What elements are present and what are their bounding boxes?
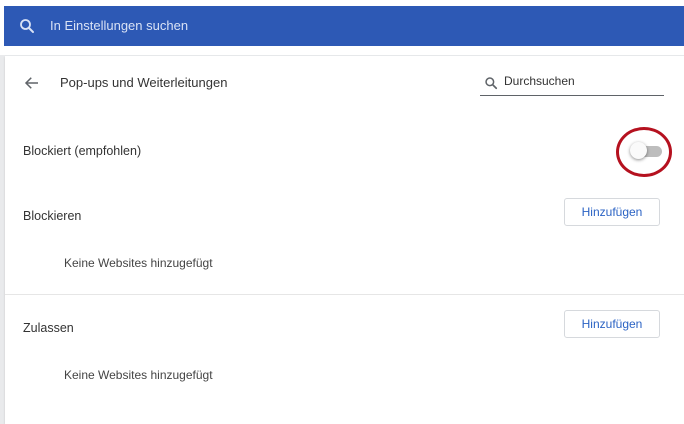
toggle-knob (630, 142, 647, 159)
back-arrow-icon[interactable] (23, 74, 41, 92)
page-title: Pop-ups und Weiterleitungen (60, 75, 228, 90)
block-empty-text: Keine Websites hinzugefügt (64, 256, 213, 270)
site-search-input[interactable] (504, 74, 654, 88)
allow-section-label: Zulassen (23, 321, 74, 335)
search-icon (485, 77, 498, 90)
site-search-field[interactable] (480, 71, 664, 96)
blocked-setting-label: Blockiert (empfohlen) (23, 144, 142, 158)
search-icon (20, 19, 34, 33)
block-section-label: Blockieren (23, 209, 82, 223)
allow-add-button[interactable]: Hinzufügen (564, 310, 660, 338)
settings-card: Pop-ups und Weiterleitungen Blockiert (e… (5, 56, 684, 424)
allow-empty-text: Keine Websites hinzugefügt (64, 368, 213, 382)
section-divider (5, 294, 684, 295)
settings-search-bar[interactable]: In Einstellungen suchen (4, 6, 684, 46)
top-bar: In Einstellungen suchen (0, 0, 684, 55)
settings-search-placeholder[interactable]: In Einstellungen suchen (50, 18, 188, 33)
block-add-button[interactable]: Hinzufügen (564, 198, 660, 226)
blocked-toggle[interactable] (630, 142, 662, 159)
